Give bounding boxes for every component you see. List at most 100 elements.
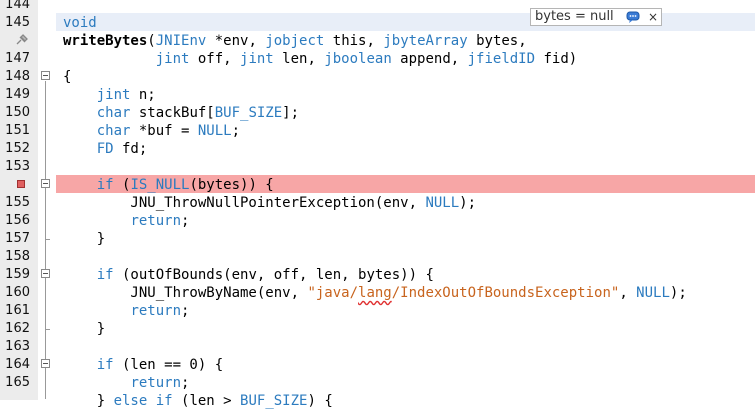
code-token: FD xyxy=(96,141,114,157)
code-line[interactable]: jint off, jint len, jboolean append, jfi… xyxy=(63,50,577,68)
code-token: lang xyxy=(358,285,392,301)
tooltip-close-icon[interactable]: × xyxy=(648,9,658,25)
code-token: jbyteArray xyxy=(383,33,468,49)
code-line[interactable]: JNU_ThrowByName(env, "java/lang/IndexOut… xyxy=(63,284,687,302)
code-token: char xyxy=(96,105,131,121)
code-line[interactable]: if (outOfBounds(env, off, len, bytes)) { xyxy=(63,266,434,284)
code-token: len, xyxy=(273,51,325,67)
code-token: ]; xyxy=(282,105,300,121)
line-number[interactable]: 152 xyxy=(0,140,30,158)
code-token: } xyxy=(63,393,114,409)
code-token: NULL xyxy=(197,123,232,139)
code-token: "java/ xyxy=(307,285,359,301)
code-line[interactable]: { xyxy=(63,68,71,86)
code-line[interactable]: return; xyxy=(63,374,189,392)
line-number[interactable]: 145 xyxy=(0,14,30,32)
code-line[interactable]: jint n; xyxy=(63,86,156,104)
code-token: writeBytes xyxy=(63,33,148,49)
fold-toggle-icon[interactable] xyxy=(41,179,50,188)
code-line[interactable]: void xyxy=(63,14,97,32)
line-number[interactable]: 147 xyxy=(0,50,30,68)
code-token: stackBuf[ xyxy=(130,105,215,121)
code-line[interactable]: } xyxy=(63,230,105,248)
line-number[interactable]: 155 xyxy=(0,194,30,212)
pin-icon[interactable] xyxy=(15,34,29,46)
code-token: append, xyxy=(391,51,468,67)
code-token: jfieldID xyxy=(467,51,536,67)
breakpoint-icon[interactable] xyxy=(17,180,25,188)
code-line[interactable]: FD fd; xyxy=(63,140,148,158)
line-number[interactable] xyxy=(0,176,30,194)
line-number[interactable]: 158 xyxy=(0,248,30,266)
line-number[interactable]: 156 xyxy=(0,212,30,230)
code-token: } xyxy=(63,321,106,337)
code-token: ); xyxy=(669,285,687,301)
code-token: *buf = xyxy=(130,123,198,139)
code-line[interactable]: writeBytes(JNIEnv *env, jobject this, jb… xyxy=(63,32,527,50)
code-token: ( xyxy=(113,177,131,193)
annotation-bubble-icon[interactable] xyxy=(626,11,640,23)
code-token: ; xyxy=(231,123,241,139)
code-token: bytes, xyxy=(467,33,527,49)
line-number[interactable]: 151 xyxy=(0,122,30,140)
line-number[interactable]: 149 xyxy=(0,86,30,104)
line-number[interactable] xyxy=(0,392,30,410)
code-token: jint xyxy=(240,51,274,67)
code-token: off, xyxy=(189,51,241,67)
code-token: NULL xyxy=(636,285,670,301)
code-token: BUF_SIZE xyxy=(214,105,283,121)
code-line[interactable]: return; xyxy=(63,212,189,230)
code-line[interactable]: JNU_ThrowNullPointerException(env, NULL)… xyxy=(63,194,476,212)
code-token: jboolean xyxy=(324,51,392,67)
fold-toggle-icon[interactable] xyxy=(41,71,50,80)
line-number[interactable]: 157 xyxy=(0,230,30,248)
code-line[interactable]: char *buf = NULL; xyxy=(63,122,240,140)
fold-end-marker xyxy=(45,239,50,240)
line-number[interactable]: 150 xyxy=(0,104,30,122)
code-token: ; xyxy=(181,213,190,229)
line-number[interactable]: 159 xyxy=(0,266,30,284)
variable-value-tooltip[interactable]: bytes = null × xyxy=(530,8,662,26)
line-number[interactable]: 163 xyxy=(0,338,30,356)
code-token: , xyxy=(619,285,637,301)
code-token: (outOfBounds(env, off, len, bytes)) { xyxy=(113,267,434,283)
line-number[interactable]: 160 xyxy=(0,284,30,302)
line-number[interactable]: 148 xyxy=(0,68,30,86)
code-token: jint xyxy=(155,51,190,67)
code-line[interactable]: char stackBuf[BUF_SIZE]; xyxy=(63,104,299,122)
code-token: ); xyxy=(459,195,477,211)
code-token: void xyxy=(63,15,97,31)
code-line[interactable]: if (len == 0) { xyxy=(63,356,223,374)
code-token: fd; xyxy=(113,141,148,157)
tooltip-text: bytes = null xyxy=(535,9,614,24)
code-line[interactable]: return; xyxy=(63,302,189,320)
code-line[interactable]: if (IS_NULL(bytes)) { xyxy=(63,176,274,194)
fold-toggle-icon[interactable] xyxy=(41,269,50,278)
code-token: n; xyxy=(130,87,156,103)
fold-margin xyxy=(38,0,56,400)
fold-end-marker xyxy=(45,329,50,330)
code-token: char xyxy=(96,123,131,139)
code-token: JNU_ThrowByName(env, xyxy=(63,285,308,301)
line-number[interactable]: 144 xyxy=(0,0,30,14)
code-token: ; xyxy=(181,303,190,319)
code-token: jint xyxy=(96,87,131,103)
fold-toggle-icon[interactable] xyxy=(41,359,50,368)
line-number[interactable]: 165 xyxy=(0,374,30,392)
code-token: *env, xyxy=(206,33,266,49)
line-number[interactable]: 153 xyxy=(0,158,30,176)
line-number[interactable]: 162 xyxy=(0,320,30,338)
code-token: if xyxy=(96,267,114,283)
code-token: BUF_SIZE xyxy=(240,393,308,409)
line-number[interactable]: 161 xyxy=(0,302,30,320)
line-number[interactable]: 164 xyxy=(0,356,30,374)
code-line[interactable]: } else if (len > BUF_SIZE) { xyxy=(63,392,333,410)
code-line[interactable]: } xyxy=(63,320,105,338)
